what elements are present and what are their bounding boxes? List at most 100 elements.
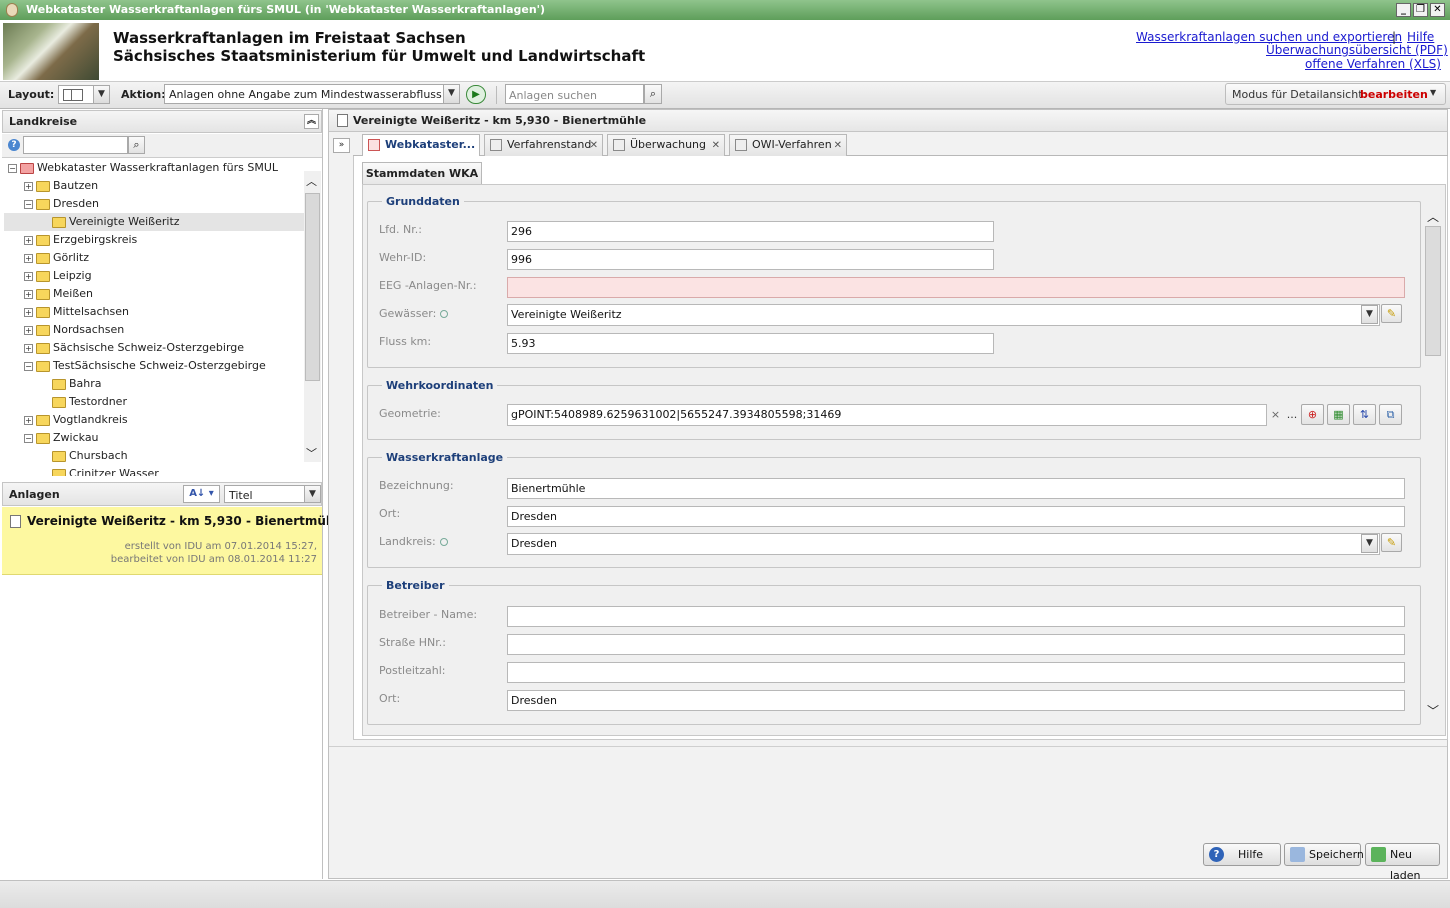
tree-filter-input[interactable]: [23, 136, 128, 154]
expand-icon[interactable]: +: [24, 307, 33, 317]
clear-geometry-icon[interactable]: ×: [1268, 405, 1283, 425]
scroll-thumb[interactable]: [305, 193, 320, 381]
chevron-down-icon[interactable]: ▼: [1361, 534, 1378, 553]
expand-icon[interactable]: +: [24, 271, 33, 281]
expand-icon[interactable]: +: [24, 253, 33, 263]
expand-icon[interactable]: +: [24, 343, 33, 353]
layout-select[interactable]: ▼: [58, 85, 110, 104]
betreiber-name-field[interactable]: [507, 606, 1405, 627]
splitter[interactable]: [329, 746, 1447, 747]
tree-item[interactable]: − Dresden: [8, 195, 99, 213]
reload-button[interactable]: Neu laden: [1365, 843, 1440, 882]
expand-icon[interactable]: +: [24, 181, 33, 191]
sort-icon[interactable]: A↓ ▾: [183, 485, 220, 503]
tree-item[interactable]: Vereinigte Weißeritz: [4, 213, 304, 231]
action-select[interactable]: Anlagen ohne Angabe zum Mindestwasserabf…: [164, 84, 460, 104]
scroll-down-icon[interactable]: ﹀: [306, 445, 317, 461]
fluss-km-field[interactable]: 5.93: [507, 333, 994, 354]
help-link[interactable]: Hilfe: [1407, 30, 1434, 44]
open-procedures-link[interactable]: offene Verfahren (XLS): [1305, 57, 1441, 71]
search-export-link[interactable]: Wasserkraftanlagen suchen und exportiere…: [1136, 30, 1402, 44]
sort-field-select[interactable]: Titel ▼: [224, 485, 321, 503]
tree-item[interactable]: − Webkataster Wasserkraftanlagen fürs SMU…: [8, 159, 278, 177]
tab-verfahrenstand[interactable]: Verfahrenstand ✕: [484, 134, 603, 156]
landkreis-select[interactable]: Dresden: [507, 533, 1380, 555]
expand-icon[interactable]: +: [24, 415, 33, 425]
close-tab-icon[interactable]: ✕: [712, 136, 720, 156]
tree-item[interactable]: − Zwickau: [8, 429, 99, 447]
tab-ueberwachung[interactable]: Überwachung ✕: [607, 134, 725, 156]
search-icon[interactable]: ⌕: [644, 84, 662, 104]
mode-select[interactable]: Modus für Detailansicht: bearbeiten ▼: [1225, 83, 1446, 105]
overview-pdf-link[interactable]: Überwachungsübersicht (PDF): [1266, 43, 1448, 57]
betreiber-ort-field[interactable]: Dresden: [507, 690, 1405, 711]
scroll-thumb[interactable]: [1425, 226, 1441, 356]
lookup-icon[interactable]: [440, 310, 449, 318]
expand-icon[interactable]: +: [24, 325, 33, 335]
plz-field[interactable]: [507, 662, 1405, 683]
scroll-up-icon[interactable]: ︿: [1427, 208, 1439, 225]
subtab-stammdaten[interactable]: Stammdaten WKA: [362, 162, 482, 184]
tree-item[interactable]: + Görlitz: [8, 249, 89, 267]
map-export-icon[interactable]: ⧉: [1379, 404, 1402, 425]
edit-pencil-icon[interactable]: ✎: [1381, 304, 1402, 323]
collapse-icon[interactable]: ︽: [304, 114, 319, 129]
expand-icon[interactable]: +: [24, 235, 33, 245]
chevron-down-icon[interactable]: ▼: [1361, 305, 1378, 324]
gewaesser-select[interactable]: Vereinigte Weißeritz: [507, 304, 1380, 326]
lookup-icon[interactable]: [439, 538, 448, 546]
chevron-down-icon: ▼: [443, 85, 459, 103]
search-icon[interactable]: ⌕: [128, 136, 145, 154]
map-route-icon[interactable]: ⇅: [1353, 404, 1376, 425]
betreiber-name-label: Betreiber - Name:: [379, 608, 478, 621]
tree-scrollbar[interactable]: ︿ ﹀: [304, 171, 321, 462]
expand-icon[interactable]: »: [333, 138, 350, 153]
tree-item[interactable]: Testordner: [8, 393, 127, 411]
anlage-list-item[interactable]: Vereinigte Weißeritz - km 5,930 - Biener…: [2, 507, 347, 575]
expand-icon[interactable]: +: [24, 289, 33, 299]
help-button[interactable]: ? Hilfe: [1203, 843, 1281, 866]
tab-webkataster[interactable]: Webkataster...: [362, 134, 480, 157]
tree-item[interactable]: Chursbach: [8, 447, 128, 465]
save-button[interactable]: Speichern: [1284, 843, 1364, 866]
tree-item[interactable]: + Meißen: [8, 285, 93, 303]
tree-item[interactable]: + Erzgebirgskreis: [8, 231, 137, 249]
geometrie-field[interactable]: gPOINT:5408989.6259631002|5655247.393480…: [507, 404, 1267, 426]
tree-item[interactable]: + Vogtlandkreis: [8, 411, 128, 429]
tab-owi-verfahren[interactable]: OWI-Verfahren ✕: [729, 134, 847, 156]
scroll-up-icon[interactable]: ︿: [306, 173, 317, 189]
edit-pencil-icon[interactable]: ✎: [1381, 533, 1402, 552]
tree-item[interactable]: Bahra: [8, 375, 102, 393]
map-layer-icon[interactable]: ▦: [1327, 404, 1350, 425]
collapse-icon[interactable]: −: [24, 199, 33, 209]
strasse-field[interactable]: [507, 634, 1405, 655]
close-button[interactable]: ✕: [1430, 3, 1445, 17]
map-target-icon[interactable]: ⊕: [1301, 404, 1324, 425]
form-scrollbar[interactable]: ︿ ﹀: [1424, 206, 1442, 720]
tree-item[interactable]: + Leipzig: [8, 267, 92, 285]
tree-item[interactable]: + Nordsachsen: [8, 321, 124, 339]
more-options-icon[interactable]: ...: [1284, 405, 1300, 425]
help-icon[interactable]: ?: [8, 139, 20, 151]
scroll-down-icon[interactable]: ﹀: [1427, 702, 1439, 719]
restore-button[interactable]: ❐: [1413, 3, 1428, 17]
tree-item[interactable]: Crinitzer Wasser: [8, 465, 159, 476]
eeg-field[interactable]: [507, 277, 1405, 298]
collapse-icon[interactable]: −: [24, 433, 33, 443]
ort-field[interactable]: Dresden: [507, 506, 1405, 527]
close-tab-icon[interactable]: ✕: [590, 136, 598, 156]
folder-icon: [36, 432, 50, 444]
tree-item[interactable]: + Mittelsachsen: [8, 303, 129, 321]
minimize-button[interactable]: _: [1396, 3, 1411, 17]
run-action-icon[interactable]: ▶: [466, 85, 486, 104]
close-tab-icon[interactable]: ✕: [834, 136, 842, 156]
search-input[interactable]: Anlagen suchen: [505, 84, 644, 104]
lfd-nr-field[interactable]: 296: [507, 221, 994, 242]
tree-item[interactable]: − TestSächsische Schweiz-Osterzgebirge: [8, 357, 266, 375]
collapse-icon[interactable]: −: [24, 361, 33, 371]
wehr-id-field[interactable]: 996: [507, 249, 994, 270]
tree-item[interactable]: + Sächsische Schweiz-Osterzgebirge: [8, 339, 244, 357]
tree-item[interactable]: + Bautzen: [8, 177, 98, 195]
bezeichnung-field[interactable]: Bienertmühle: [507, 478, 1405, 499]
collapse-icon[interactable]: −: [8, 163, 17, 173]
